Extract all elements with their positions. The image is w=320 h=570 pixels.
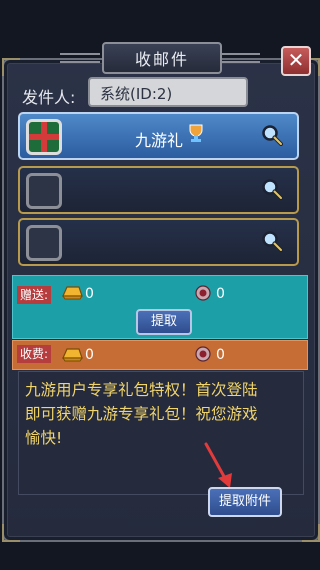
empty-slot-icon	[26, 225, 62, 261]
extract-button[interactable]: 提取	[136, 309, 192, 335]
attachment-slot-1[interactable]: 九游礼	[18, 112, 299, 160]
magnify-icon[interactable]	[261, 230, 283, 252]
gold-ingot-icon	[62, 348, 83, 362]
mail-message-body: 九游用户专享礼包特权！首次登陆 即可获赠九游专享礼包！祝您游戏 愉快!	[18, 371, 304, 495]
fee-panel: 收费: 0 0	[12, 340, 308, 370]
gift-panel: 赠送: 0 0 提取	[12, 275, 308, 339]
sender-field: 系统(ID:2)	[88, 77, 248, 107]
close-button[interactable]: ✕	[281, 46, 311, 76]
attachment-name: 九游礼	[135, 131, 184, 150]
title-ornament	[220, 53, 260, 63]
coin-icon	[195, 346, 211, 362]
message-line: 九游用户专享礼包特权！首次登陆	[25, 381, 258, 399]
frame-corner	[302, 524, 320, 542]
message-line: 愉快!	[25, 429, 63, 447]
gold-ingot-icon	[62, 286, 83, 300]
gift-box-icon	[26, 119, 62, 155]
collect-attachments-button[interactable]: 提取附件	[208, 487, 282, 517]
trophy-icon	[189, 124, 203, 142]
gift-label: 赠送:	[17, 286, 52, 304]
sender-label: 发件人:	[22, 88, 76, 107]
title-ornament	[60, 53, 100, 63]
window-title: 收邮件	[102, 42, 222, 74]
coin-icon	[195, 285, 211, 301]
fee-coin-value: 0	[216, 347, 225, 363]
attachment-slot-3[interactable]	[18, 218, 299, 266]
close-icon: ✕	[287, 48, 305, 72]
magnify-icon[interactable]	[261, 178, 283, 200]
gift-coin-value: 0	[216, 286, 225, 302]
magnify-icon[interactable]	[261, 124, 283, 146]
fee-gold-value: 0	[85, 347, 94, 363]
fee-label: 收费:	[17, 345, 52, 363]
empty-slot-icon	[26, 173, 62, 209]
frame-corner	[2, 524, 20, 542]
attachment-slot-2[interactable]	[18, 166, 299, 214]
pointer-arrow-icon	[204, 442, 232, 488]
frame-corner	[2, 58, 20, 76]
message-line: 即可获赠九游专享礼包！祝您游戏	[25, 405, 258, 423]
gift-gold-value: 0	[85, 286, 94, 302]
